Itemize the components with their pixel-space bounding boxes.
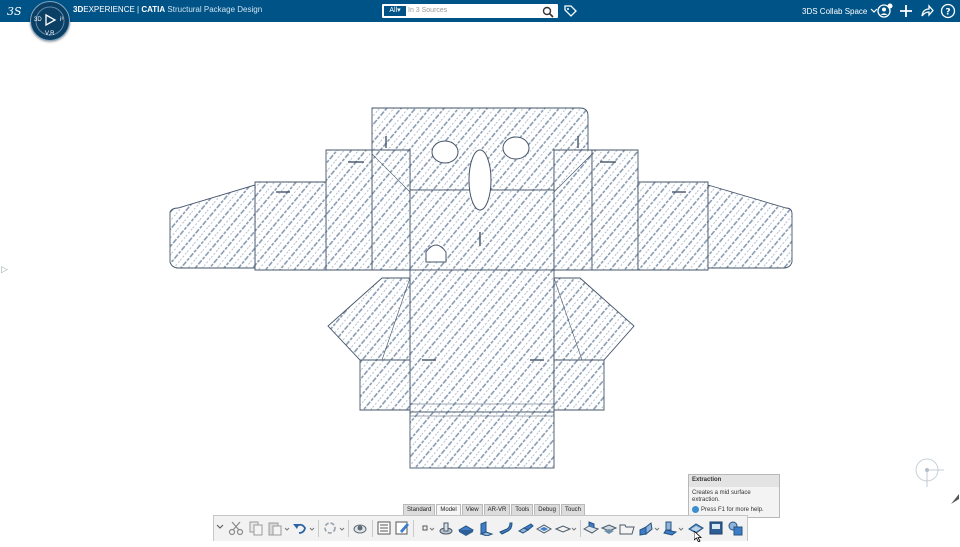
search-scope-label: All [389, 7, 398, 14]
paste-dropdown-icon[interactable] [284, 520, 290, 536]
compass-3d-label: 3D [34, 17, 42, 23]
separator [580, 520, 581, 537]
tag-icon[interactable] [563, 4, 577, 23]
update-icon[interactable] [322, 520, 338, 536]
extraction-tooltip: Extraction Creates a mid surface extract… [688, 474, 780, 518]
folder-icon[interactable] [619, 520, 635, 536]
edit-icon[interactable] [394, 520, 410, 536]
view-compass-icon[interactable] [912, 455, 946, 494]
action-bar-tabs: Standard Model View AR-VR Tools Debug To… [403, 504, 586, 515]
brand-bold: 3D [73, 5, 84, 14]
compass-widget[interactable]: 3D i³ V,R [30, 1, 70, 41]
app-title: 3DEXPERIENCE | CATIA Structural Package … [73, 5, 262, 14]
undo-dropdown-icon[interactable] [309, 520, 315, 536]
copy-icon[interactable] [248, 520, 264, 536]
action-bar [213, 515, 748, 541]
expand-tree-icon[interactable]: ▷ [1, 264, 8, 275]
unfold-icon[interactable] [582, 520, 600, 536]
plus-icon[interactable] [898, 3, 914, 19]
bend-icon[interactable] [498, 520, 514, 536]
material-icon[interactable] [727, 520, 743, 536]
tab-model[interactable]: Model [436, 504, 461, 515]
search-scope-dropdown[interactable]: All▾ [384, 6, 406, 16]
compass-i3-label: i³ [60, 17, 64, 23]
surface-dropdown-icon[interactable] [571, 520, 577, 536]
collab-space-selector[interactable]: 3DS Collab Space [802, 7, 878, 16]
app-role: Structural Package Design [167, 5, 263, 14]
separator [348, 520, 349, 537]
help-icon [692, 506, 699, 513]
separator [413, 520, 414, 537]
tab-tools[interactable]: Tools [511, 504, 534, 515]
update-dropdown-icon[interactable] [339, 520, 345, 536]
help-icon[interactable]: ? [940, 3, 956, 19]
crease-icon[interactable] [638, 520, 654, 536]
ds-logo-icon[interactable]: 3S [6, 4, 26, 18]
surface-icon[interactable] [554, 520, 572, 536]
tab-ar-vr[interactable]: AR-VR [483, 504, 511, 515]
svg-text:?: ? [945, 8, 950, 18]
tab-feature-icon[interactable] [662, 520, 678, 536]
tooltip-body: Creates a mid surface extraction. [692, 490, 751, 503]
search-icon[interactable] [542, 5, 554, 23]
tab-debug[interactable]: Debug [534, 504, 560, 515]
point-dropdown-icon[interactable] [429, 520, 435, 536]
properties-icon[interactable] [376, 520, 392, 536]
top-bar: 3S 3DEXPERIENCE | CATIA Structural Packa… [0, 0, 960, 22]
search-box: All▾ [382, 4, 558, 18]
paste-icon[interactable] [267, 520, 283, 536]
tab-standard[interactable]: Standard [403, 504, 436, 515]
pad-icon[interactable] [457, 520, 475, 536]
tab-touch[interactable]: Touch [560, 504, 585, 515]
collapse-toolbar-icon[interactable] [216, 518, 224, 534]
tooltip-title: Extraction [689, 475, 779, 487]
tooltip-help: Press F1 for more help. [689, 505, 779, 514]
flange-icon[interactable] [478, 520, 494, 537]
undo-icon[interactable] [292, 520, 308, 536]
app-name: CATIA [141, 5, 166, 14]
search-input[interactable] [408, 5, 538, 16]
revolve-icon[interactable] [438, 520, 454, 536]
share-icon[interactable] [919, 3, 935, 19]
brand-rest: EXPERIENCE | [83, 5, 142, 14]
panel-icon[interactable] [535, 520, 553, 536]
svg-text:3S: 3S [7, 5, 22, 18]
dieline-drawing [160, 100, 800, 480]
collab-space-label: 3DS Collab Space [802, 7, 868, 16]
user-icon[interactable] [877, 3, 893, 19]
tab-feature-dropdown-icon[interactable] [678, 520, 684, 536]
tooltip-help-text: Press F1 for more help. [701, 507, 764, 514]
separator [318, 520, 319, 537]
crease-dropdown-icon[interactable] [654, 520, 660, 536]
compass-vr-label: V,R [45, 31, 55, 37]
capture-icon[interactable] [352, 520, 368, 536]
tab-view[interactable]: View [461, 504, 483, 515]
folding-icon[interactable] [517, 520, 534, 536]
cut-icon[interactable] [228, 520, 244, 536]
flatten-icon[interactable] [600, 520, 618, 536]
resize-handle-icon[interactable] [950, 492, 960, 510]
drawing-sheet-icon[interactable] [708, 520, 724, 536]
separator [372, 520, 373, 537]
mouse-cursor-icon [693, 529, 703, 547]
